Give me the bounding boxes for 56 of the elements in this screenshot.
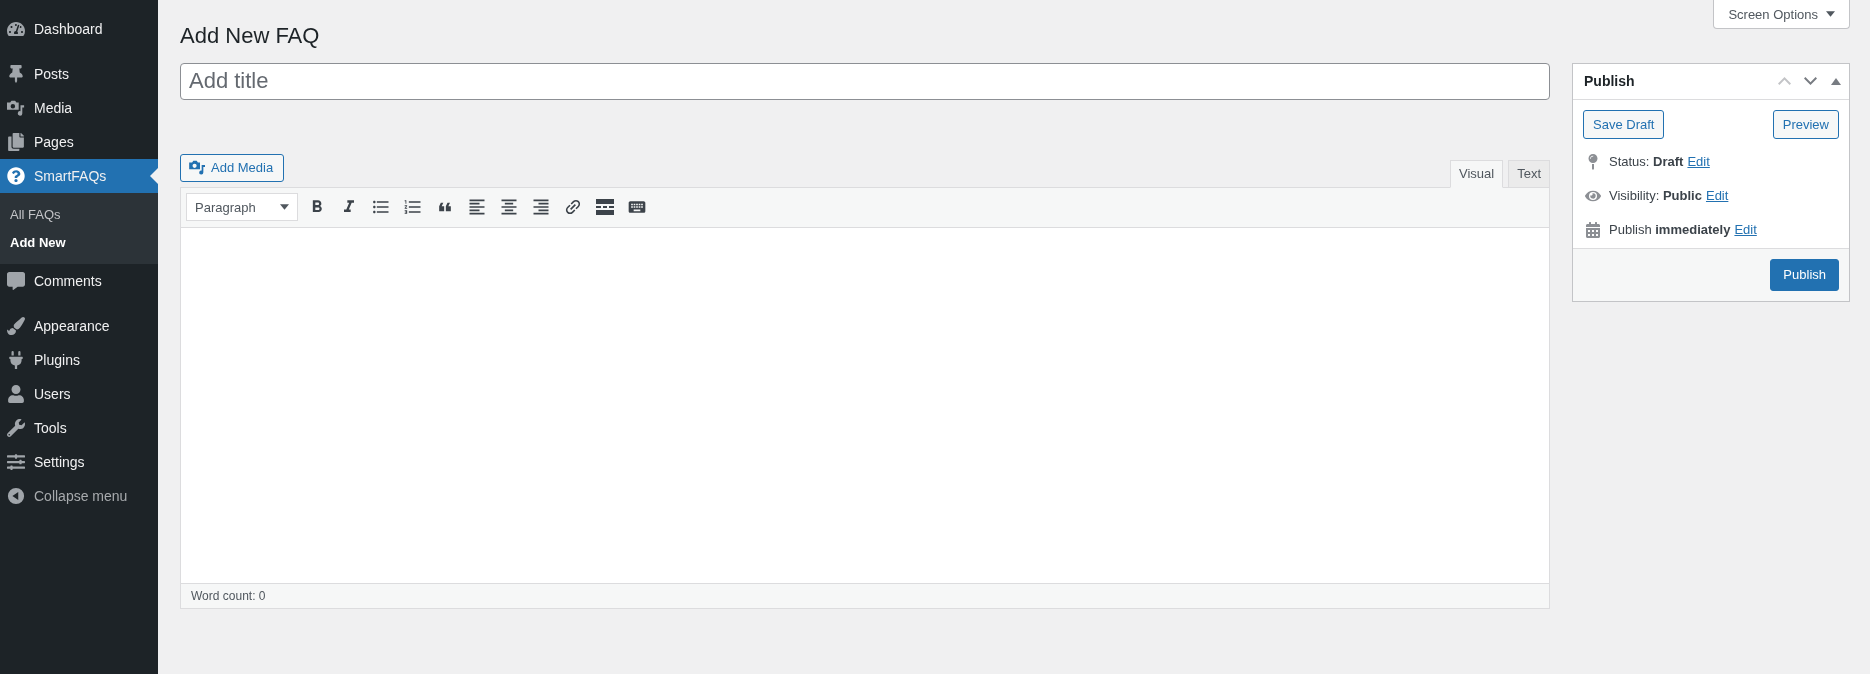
triangle-up-icon <box>1831 77 1841 85</box>
publish-button[interactable]: Publish <box>1770 258 1839 291</box>
chevron-down-icon <box>1803 77 1817 86</box>
paintbrush-icon <box>7 317 25 335</box>
editor-tab[interactable]: Visual <box>1449 159 1504 188</box>
menu-item[interactable]: Dashboard <box>0 12 158 46</box>
edit-link[interactable]: Edit <box>1734 222 1757 238</box>
menu-item[interactable]: Media <box>0 91 158 125</box>
add-media-button[interactable]: Add Media <box>180 153 285 182</box>
caret-down-icon <box>280 204 289 211</box>
pages-icon <box>7 133 25 151</box>
save-draft-button[interactable]: Save Draft <box>1583 109 1665 139</box>
panel-title: Publish <box>1584 73 1636 90</box>
plug-icon <box>7 351 25 369</box>
visibility-text: Visibility: Public <box>1609 188 1702 204</box>
title-field[interactable]: Add title <box>180 62 1550 100</box>
menu-item[interactable]: Appearance <box>0 309 158 343</box>
word-count-text: Word count: 0 <box>191 588 266 603</box>
menu-item[interactable]: Plugins <box>0 343 158 377</box>
menu-pointer-icon <box>150 168 158 184</box>
collapse-menu-button[interactable]: Collapse menu <box>0 479 158 513</box>
screen-options-button[interactable]: Screen Options <box>1713 0 1850 29</box>
edit-link[interactable]: Edit <box>1687 154 1710 170</box>
user-icon <box>7 385 25 403</box>
camera-note-icon <box>189 160 206 176</box>
collapse-arrow-icon <box>7 487 25 505</box>
schedule-text: Publish immediately <box>1609 222 1731 238</box>
camera-note-icon <box>7 99 25 117</box>
page-title: Add New FAQ <box>180 22 320 50</box>
pushpin-icon <box>7 65 25 83</box>
question-icon <box>7 167 25 185</box>
gauge-icon <box>7 20 25 38</box>
submenu-item[interactable]: All FAQs <box>0 200 158 228</box>
wrench-icon <box>7 419 25 437</box>
menu-item[interactable]: Comments <box>0 264 158 298</box>
menu-item[interactable]: Pages <box>0 125 158 159</box>
align-center-icon <box>499 197 519 218</box>
horizontal-break-icon <box>595 197 615 218</box>
comment-icon <box>7 272 25 290</box>
edit-link[interactable]: Edit <box>1705 188 1729 204</box>
menu-item[interactable]: SmartFAQs <box>0 159 158 193</box>
submenu-item[interactable]: Add New <box>0 228 158 256</box>
align-left-icon <box>467 197 487 218</box>
sliders-icon <box>7 453 25 471</box>
status-text: Status: Draft <box>1609 154 1684 170</box>
menu-item[interactable]: Tools <box>0 411 158 445</box>
menu-item[interactable]: Settings <box>0 445 158 479</box>
caret-down-icon <box>1826 11 1835 17</box>
menu-item[interactable]: Users <box>0 377 158 411</box>
align-right-icon <box>531 197 551 218</box>
calendar-icon <box>1585 221 1601 238</box>
preview-button[interactable]: Preview <box>1772 109 1839 139</box>
chevron-up-icon <box>1777 77 1791 86</box>
menu-item[interactable]: Posts <box>0 57 158 91</box>
format-select[interactable]: Paragraph <box>186 193 298 222</box>
editor-tab[interactable]: Text <box>1508 159 1550 188</box>
